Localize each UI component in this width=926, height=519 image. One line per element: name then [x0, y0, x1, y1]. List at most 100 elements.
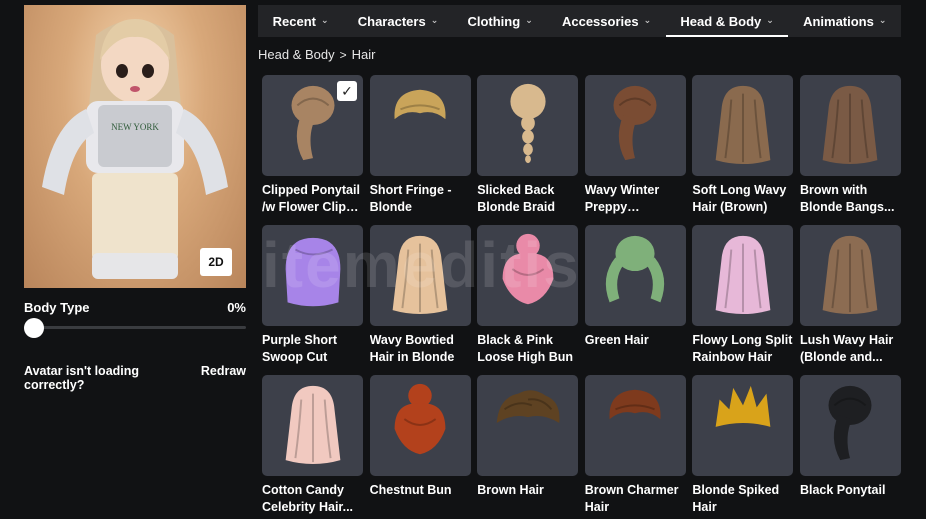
hair-item-card[interactable]: Wavy Bowtied Hair in Blonde [369, 225, 471, 375]
hair-item-card[interactable]: Soft Long Wavy Hair (Brown) [692, 75, 794, 225]
hair-icon [488, 80, 568, 171]
hair-icon [810, 80, 890, 171]
hair-item-name: Brown with Blonde Bangs... [799, 183, 895, 214]
hair-item-thumbnail[interactable] [477, 375, 579, 476]
hair-item-name: Chestnut Bun [369, 483, 452, 497]
tab-clothing[interactable]: Clothing ⌄ [453, 5, 548, 37]
hair-item-card[interactable]: Black Ponytail [799, 375, 901, 519]
hair-item-thumbnail[interactable] [799, 225, 901, 326]
hair-item-thumbnail[interactable] [477, 75, 579, 176]
avatar-figure: NEW YORK [42, 19, 228, 279]
tab-accessories[interactable]: Accessories ⌄ [547, 5, 665, 37]
hair-item-name: Blonde Spiked Hair [692, 483, 780, 514]
hair-item-name: Cotton Candy Celebrity Hair... [262, 483, 354, 514]
tab-label: Animations [803, 13, 874, 29]
hair-item-thumbnail[interactable] [584, 75, 686, 176]
hair-icon [273, 380, 353, 471]
tab-label: Head & Body [680, 13, 762, 29]
hair-item-thumbnail[interactable] [369, 225, 471, 326]
hair-item-card[interactable]: Brown with Blonde Bangs... [799, 75, 901, 225]
chevron-down-icon: ⌄ [643, 14, 652, 25]
tab-characters[interactable]: Characters ⌄ [343, 5, 453, 37]
hair-icon [595, 80, 675, 171]
body-type-slider[interactable] [24, 318, 246, 338]
hair-icon [595, 380, 675, 471]
hair-item-card[interactable]: Flowy Long Split Rainbow Hair [692, 225, 794, 375]
hair-icon [595, 230, 675, 321]
hair-item-thumbnail[interactable] [799, 375, 901, 476]
hair-item-card[interactable]: ✓ Clipped Ponytail /w Flower Clip I... [262, 75, 363, 225]
hair-item-name: Clipped Ponytail /w Flower Clip I... [262, 183, 360, 214]
hair-item-thumbnail[interactable] [369, 375, 471, 476]
hair-item-name: Brown Hair [477, 483, 544, 497]
hair-item-thumbnail[interactable] [477, 225, 579, 326]
chevron-down-icon: ⌄ [766, 14, 774, 25]
hair-item-thumbnail[interactable] [262, 225, 363, 326]
hair-item-thumbnail[interactable] [692, 225, 794, 326]
breadcrumb-parent[interactable]: Head & Body [258, 47, 335, 62]
hair-icon [703, 380, 783, 471]
hair-item-card[interactable]: Black & Pink Loose High Bun [477, 225, 579, 375]
equipped-check-icon: ✓ [337, 81, 357, 101]
slider-track[interactable] [24, 326, 246, 329]
view-2d-button[interactable]: 2D [200, 248, 232, 276]
hair-icon [380, 230, 460, 321]
redraw-prompt: Avatar isn't loading correctly? [24, 364, 140, 392]
hair-icon [488, 380, 568, 471]
hair-item-thumbnail[interactable] [369, 75, 471, 176]
hair-icon [273, 230, 353, 321]
hair-item-name: Soft Long Wavy Hair (Brown) [692, 183, 787, 214]
hair-icon [380, 380, 460, 471]
hair-icon [810, 230, 890, 321]
hair-item-name: Wavy Winter Preppy Ponytail... [584, 183, 660, 214]
hair-icon [810, 380, 890, 471]
hair-item-card[interactable]: Short Fringe - Blonde [369, 75, 471, 225]
category-tabs: Recent ⌄ Characters ⌄ Clothing ⌄ Accessories ⌄ H… [258, 5, 901, 37]
hair-item-thumbnail[interactable]: ✓ [262, 75, 363, 176]
hair-item-card[interactable]: Brown Hair [477, 375, 579, 519]
tab-label: Characters [357, 13, 426, 29]
svg-text:NEW YORK: NEW YORK [111, 122, 159, 132]
hair-item-thumbnail[interactable] [262, 375, 363, 476]
hair-item-card[interactable]: Blonde Spiked Hair [692, 375, 794, 519]
hair-icon [703, 230, 783, 321]
slider-thumb[interactable] [24, 318, 44, 338]
breadcrumb-current: Hair [351, 47, 376, 62]
body-type-value: 0% [227, 300, 246, 315]
chevron-down-icon: ⌄ [430, 14, 439, 25]
hair-item-thumbnail[interactable] [692, 375, 794, 476]
hair-item-name: Brown Charmer Hair [584, 483, 679, 514]
hair-item-name: Flowy Long Split Rainbow Hair [692, 333, 793, 364]
hair-item-thumbnail[interactable] [584, 375, 686, 476]
hair-item-card[interactable]: Chestnut Bun [369, 375, 471, 519]
tab-head-and-body[interactable]: Head & Body ⌄ [665, 5, 789, 37]
chevron-down-icon: ⌄ [525, 14, 533, 25]
hair-item-card[interactable]: Lush Wavy Hair (Blonde and... [799, 225, 901, 375]
hair-item-thumbnail[interactable] [799, 75, 901, 176]
hair-item-card[interactable]: Brown Charmer Hair [584, 375, 686, 519]
hair-item-card[interactable]: Slicked Back Blonde Braid [477, 75, 579, 225]
redraw-row: Avatar isn't loading correctly? Redraw [24, 364, 246, 392]
redraw-link[interactable]: Redraw [201, 364, 246, 392]
hair-item-name: Slicked Back Blonde Braid [477, 183, 555, 214]
avatar-preview[interactable]: NEW YORK 2D [24, 5, 246, 288]
hair-item-thumbnail[interactable] [584, 225, 686, 326]
breadcrumb: Head & Body > Hair [258, 47, 375, 62]
tab-recent[interactable]: Recent ⌄ [258, 5, 343, 37]
hair-icon [703, 80, 783, 171]
hair-item-name: Green Hair [584, 333, 649, 347]
hair-item-card[interactable]: Wavy Winter Preppy Ponytail... [584, 75, 686, 225]
hair-item-name: Purple Short Swoop Cut [262, 333, 338, 364]
hair-item-card[interactable]: Purple Short Swoop Cut [262, 225, 363, 375]
hair-item-name: Black & Pink Loose High Bun [477, 333, 574, 364]
chevron-down-icon: ⌄ [878, 14, 887, 25]
tab-label: Recent [272, 13, 316, 29]
body-type-label: Body Type [24, 300, 90, 315]
hair-item-card[interactable]: Cotton Candy Celebrity Hair... [262, 375, 363, 519]
body-type-row: Body Type 0% [24, 300, 246, 315]
hair-item-card[interactable]: Green Hair [584, 225, 686, 375]
tab-animations[interactable]: Animations ⌄ [788, 5, 901, 37]
hair-item-thumbnail[interactable] [692, 75, 794, 176]
tab-label: Accessories [561, 13, 639, 29]
hair-icon [488, 230, 568, 321]
